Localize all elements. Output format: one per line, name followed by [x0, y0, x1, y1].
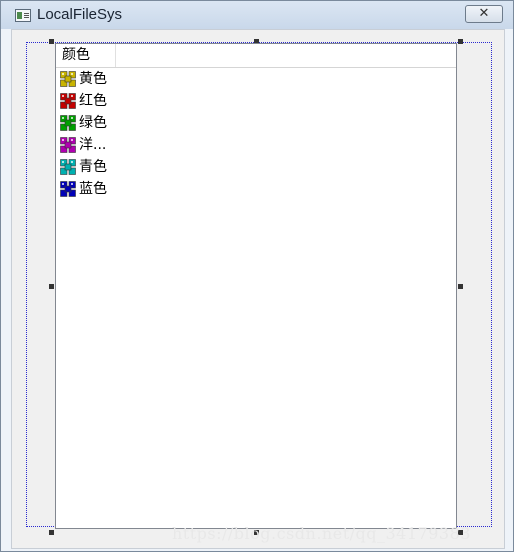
resize-handle-top-left[interactable] — [49, 39, 54, 44]
list-item[interactable]: 红色 — [60, 90, 180, 112]
flower-icon — [60, 93, 76, 109]
list-item-label: 蓝色 — [79, 181, 107, 197]
list-item-label: 黄色 — [79, 71, 107, 87]
resize-handle-right[interactable] — [458, 284, 463, 289]
flower-icon — [60, 71, 76, 87]
list-item[interactable]: 黄色 — [60, 68, 180, 90]
close-button[interactable]: ✕ — [465, 5, 503, 23]
list-item-label: 青色 — [79, 159, 107, 175]
list-header: 颜色 — [56, 44, 456, 68]
resize-handle-bottom-left[interactable] — [49, 530, 54, 535]
list-item-label: 绿色 — [79, 115, 107, 131]
window-title: LocalFileSys — [37, 6, 123, 23]
flower-icon — [60, 137, 76, 153]
color-list-view[interactable]: 颜色 黄色红色绿色洋... 青色蓝色 — [55, 43, 457, 529]
list-item-label: 洋... — [79, 137, 107, 153]
flower-icon — [60, 181, 76, 197]
resize-handle-left[interactable] — [49, 284, 54, 289]
list-item[interactable]: 青色 — [60, 156, 180, 178]
resize-handle-top-right[interactable] — [458, 39, 463, 44]
list-item[interactable]: 蓝色 — [60, 178, 180, 200]
flower-icon — [60, 159, 76, 175]
list-item-label: 红色 — [79, 93, 107, 109]
watermark: https://blog.csdn.net/qq_34179383 — [172, 524, 471, 543]
title-bar[interactable]: LocalFileSys ✕ — [1, 1, 513, 29]
flower-icon — [60, 115, 76, 131]
app-icon — [15, 9, 31, 22]
list-item[interactable]: 洋... — [60, 134, 180, 156]
list-item[interactable]: 绿色 — [60, 112, 180, 134]
column-header-color[interactable]: 颜色 — [56, 44, 116, 67]
